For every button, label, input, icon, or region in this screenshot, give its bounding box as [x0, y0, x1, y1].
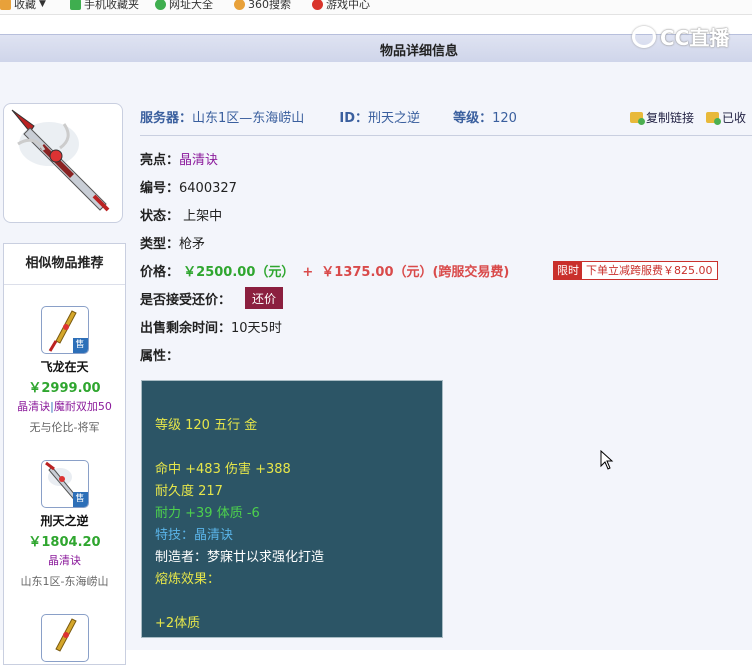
- page-title: 物品详细信息: [380, 44, 459, 59]
- attr-skill: 特技：晶清诀: [155, 528, 234, 543]
- chevron-down-icon: ▼: [39, 0, 46, 9]
- price-plus: +: [302, 265, 314, 280]
- bookmark-sites[interactable]: 网址大全: [155, 0, 213, 12]
- similar-item-thumb[interactable]: 售: [40, 460, 89, 508]
- number-label: 编号：: [140, 181, 180, 196]
- copy-link-label: 复制链接: [646, 111, 695, 125]
- attributes-panel: 等级 120 五行 金 命中 +483 伤害 +388 耐久度 217 耐力 +…: [141, 380, 443, 638]
- similar-item-thumb[interactable]: [40, 614, 89, 662]
- similar-item-thumb[interactable]: 售: [40, 306, 89, 354]
- similar-item[interactable]: [4, 614, 125, 662]
- attr-durability: 耐久度 217: [155, 484, 223, 499]
- bookmark-label: 手机收藏夹: [84, 0, 139, 11]
- attr-smelting-value: +2体质: [155, 616, 201, 631]
- similar-item-attr: 晶清诀: [48, 554, 81, 567]
- item-info-header: 服务器：山东1区—东海崂山 ID：刑天之逆 等级：120: [140, 107, 517, 126]
- bookmark-games[interactable]: 游戏中心: [312, 0, 370, 12]
- type-label: 类型：: [140, 237, 180, 252]
- similar-item-attrs: 晶清诀: [4, 552, 125, 568]
- attr-maker: 制造者：梦寐廿以求强化打造: [155, 550, 325, 565]
- bookmark-label: 网址大全: [169, 0, 213, 11]
- star-icon: [0, 0, 11, 10]
- folder-link-icon: [630, 112, 645, 125]
- price-row: 价格： ￥2500.00（元） + ￥1375.00（元）(跨服交易费): [140, 261, 509, 280]
- watermark-text: CC直播: [660, 26, 730, 50]
- server-label: 服务器：: [140, 111, 193, 126]
- haggle-label: 是否接受还价：: [140, 293, 232, 308]
- number-row: 编号：6400327: [140, 177, 237, 196]
- sale-tag: 售: [72, 338, 88, 353]
- similar-items-panel: 相似物品推荐 售 飞龙在天 ￥2999.00 晶清诀|魔耐双加50 无与伦比-将…: [3, 243, 126, 665]
- time-row: 出售剩余时间：10天5时: [140, 317, 282, 336]
- game-icon: [312, 0, 323, 10]
- status-label: 状态：: [140, 209, 180, 224]
- spear-icon: [54, 618, 77, 652]
- price-main: ￥2500.00（元）: [183, 265, 295, 280]
- attr-hit-damage: 命中 +483 伤害 +388: [155, 462, 291, 477]
- attr-level-element: 等级 120 五行 金: [155, 418, 258, 433]
- item-actions: 复制链接 已收: [630, 109, 746, 126]
- collect-label: 已收: [722, 111, 747, 125]
- similar-item-attrs: 晶清诀|魔耐双加50: [4, 398, 125, 414]
- highlight-value: 晶清诀: [179, 153, 219, 168]
- watermark: CC直播: [632, 22, 729, 51]
- limit-time-badge: 限时 下单立减跨服费￥825.00: [553, 261, 718, 280]
- status-row: 状态： 上架中: [140, 205, 222, 224]
- price-label: 价格：: [140, 265, 180, 280]
- highlight-label: 亮点：: [140, 153, 180, 168]
- similar-items-header: 相似物品推荐: [4, 244, 125, 285]
- similar-item-price: ￥2999.00: [28, 381, 101, 396]
- bookmark-label: 游戏中心: [326, 0, 370, 11]
- server-value: 山东1区—东海崂山: [192, 111, 305, 126]
- folder-add-icon: [706, 112, 722, 125]
- similar-item[interactable]: 售 刑天之逆 ￥1804.20 晶清诀 山东1区-东海崂山: [4, 460, 125, 589]
- highlight-row: 亮点：晶清诀: [140, 149, 218, 168]
- time-label: 出售剩余时间：: [140, 321, 232, 336]
- similar-item-name[interactable]: 刑天之逆: [4, 512, 125, 529]
- copy-link-button[interactable]: 复制链接: [630, 109, 694, 126]
- phone-icon: [70, 0, 81, 10]
- attr-stamina: 耐力 +39 体质 -6: [155, 506, 260, 521]
- haggle-row: 是否接受还价：: [140, 289, 231, 308]
- id-value: 刑天之逆: [368, 111, 421, 126]
- number-value: 6400327: [179, 181, 237, 196]
- attr-row: 属性：: [140, 345, 179, 364]
- similar-item-attr: 晶清诀: [17, 400, 51, 413]
- bookmark-favorites[interactable]: 收藏 ▼: [0, 0, 46, 12]
- similar-item-name[interactable]: 飞龙在天: [4, 358, 125, 375]
- attr-smelting: 熔炼效果：: [155, 572, 221, 587]
- bookmark-label: 收藏: [14, 0, 36, 11]
- id-label: ID：: [339, 111, 368, 126]
- search-360-icon: [234, 0, 245, 10]
- plus-circle-icon: [155, 0, 166, 10]
- similar-item-attr: 魔耐双加50: [53, 400, 112, 413]
- similar-item[interactable]: 售 飞龙在天 ￥2999.00 晶清诀|魔耐双加50 无与伦比-将军: [4, 306, 125, 435]
- bookmark-mobile[interactable]: 手机收藏夹: [70, 0, 139, 12]
- sale-tag: 售: [72, 492, 88, 507]
- type-value: 枪矛: [179, 237, 206, 252]
- divider: [140, 135, 752, 136]
- type-row: 类型：枪矛: [140, 233, 205, 252]
- item-image: [3, 103, 123, 223]
- cc-logo-icon: [632, 25, 656, 48]
- haggle-button[interactable]: 还价: [245, 287, 283, 309]
- similar-item-server: 山东1区-东海崂山: [20, 575, 109, 588]
- similar-item-server: 无与伦比-将军: [29, 421, 100, 434]
- limit-tag: 限时: [554, 262, 582, 279]
- spear-icon: [11, 109, 110, 212]
- price-fee: ￥1375.00（元）(跨服交易费): [321, 265, 510, 280]
- bookmarks-bar: 收藏 ▼ 手机收藏夹 网址大全 360搜索 游戏中心: [0, 0, 752, 15]
- bookmark-label: 360搜索: [248, 0, 291, 11]
- mouse-cursor-icon: [600, 450, 614, 470]
- collect-button[interactable]: 已收: [706, 109, 746, 126]
- similar-item-price: ￥1804.20: [28, 535, 101, 550]
- bookmark-search[interactable]: 360搜索: [234, 0, 291, 12]
- limit-text: 下单立减跨服费￥825.00: [582, 262, 717, 279]
- level-label: 等级：: [453, 111, 493, 126]
- attr-label: 属性：: [140, 349, 180, 364]
- status-value: 上架中: [183, 209, 223, 224]
- time-value: 10天5时: [231, 321, 282, 336]
- level-value: 120: [492, 111, 517, 126]
